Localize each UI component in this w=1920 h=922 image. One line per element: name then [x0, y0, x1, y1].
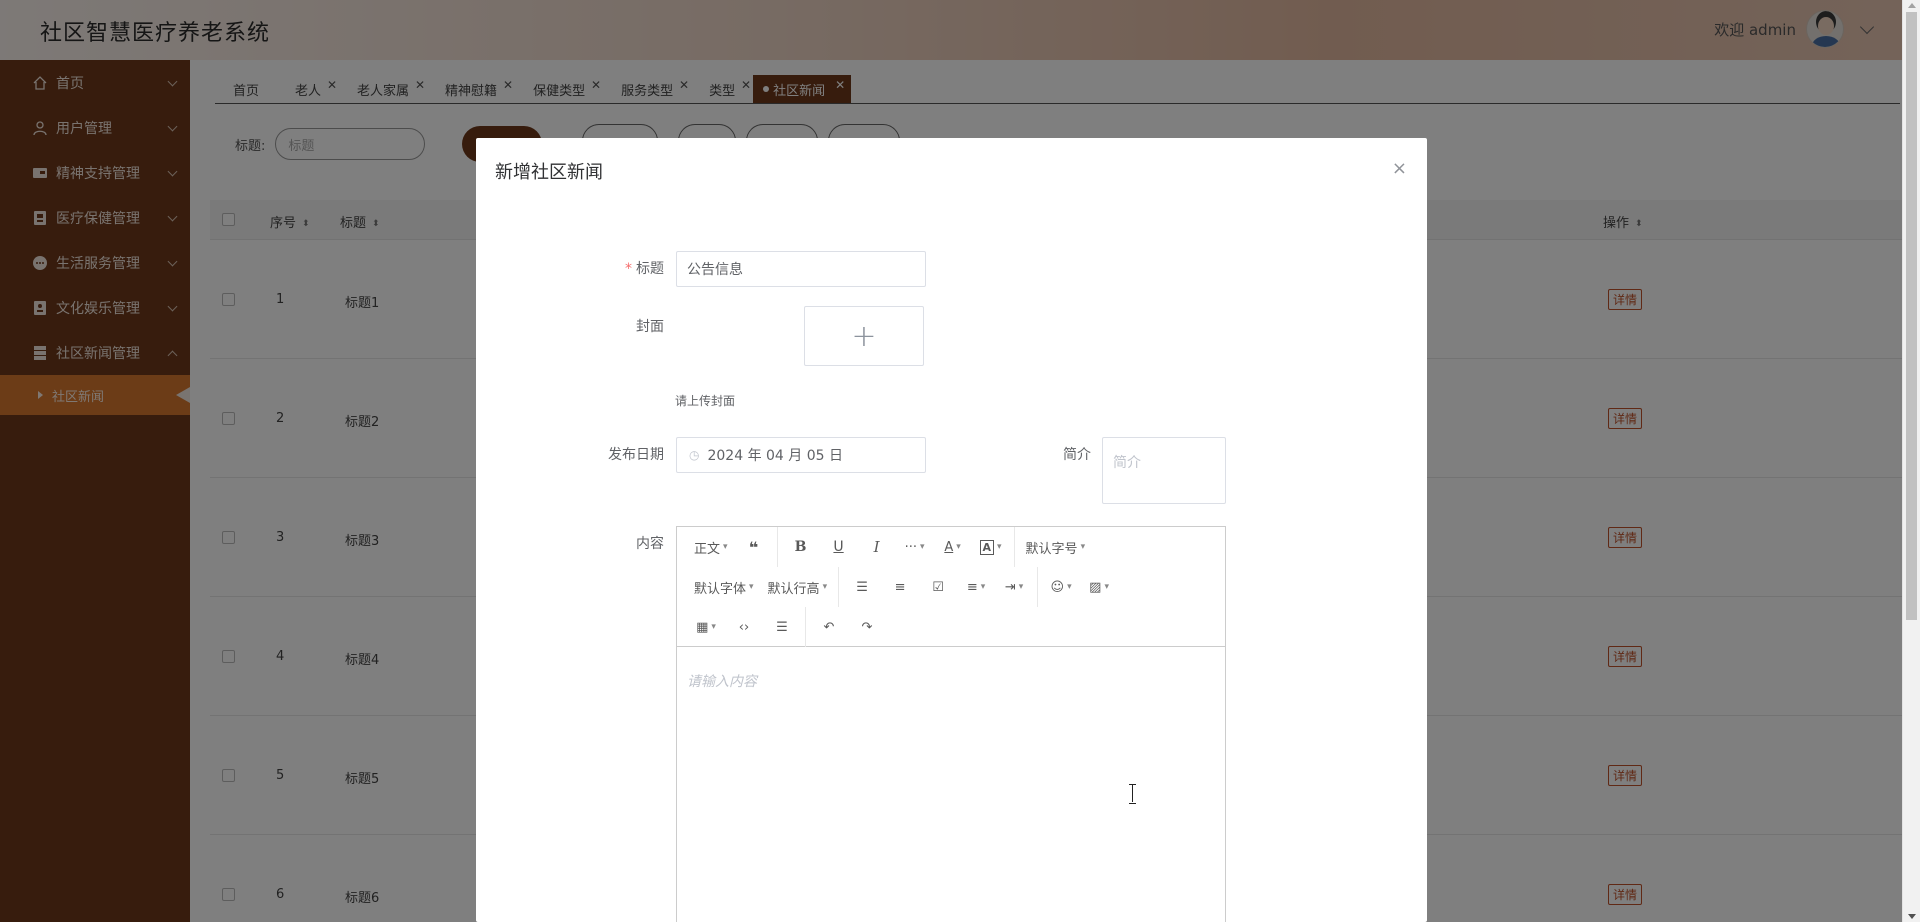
code-icon[interactable]: ‹›: [729, 612, 759, 642]
dialog-title: 新增社区新闻: [495, 162, 603, 183]
date-picker[interactable]: ◷ 2024 年 04 月 05 日: [676, 437, 926, 473]
scroll-down-icon[interactable]: [1908, 914, 1916, 919]
cover-label: 封面: [636, 319, 664, 335]
summary-textarea[interactable]: 简介: [1102, 437, 1226, 504]
paragraph-select[interactable]: 正文 ▾: [691, 532, 731, 562]
font-color-icon[interactable]: A ▾: [938, 532, 968, 562]
todo-icon[interactable]: ☑: [923, 572, 953, 602]
toolbar-divider: [838, 567, 840, 607]
clock-icon: ◷: [689, 448, 700, 462]
date-value: 2024 年 04 月 05 日: [707, 448, 843, 464]
toolbar-divider: [1037, 567, 1039, 607]
title-label: * 标题: [625, 261, 664, 277]
close-icon[interactable]: ×: [1392, 158, 1407, 179]
cover-hint: 请上传封面: [675, 394, 736, 408]
bold-icon[interactable]: B: [786, 532, 816, 562]
date-label: 发布日期: [608, 447, 664, 463]
page-scrollbar[interactable]: [1902, 0, 1920, 922]
numbered-list-icon[interactable]: ≡: [885, 572, 915, 602]
plus-icon: +: [851, 318, 877, 354]
underline-icon[interactable]: U: [824, 532, 854, 562]
text-cursor-icon: [1128, 784, 1138, 804]
bg-color-icon[interactable]: A ▾: [976, 532, 1006, 562]
font-family-select[interactable]: 默认字体 ▾: [691, 572, 757, 602]
editor-toolbar: 正文 ▾ ❝ B U I ··· ▾ A ▾ A ▾ 默认字号 ▾ 默认字体 ▾ 默认行高 ▾…: [677, 527, 1225, 647]
content-label: 内容: [636, 536, 664, 552]
editor-content-area[interactable]: 请输入内容: [677, 647, 1225, 922]
redo-icon[interactable]: ↷: [852, 612, 882, 642]
rich-text-editor: 正文 ▾ ❝ B U I ··· ▾ A ▾ A ▾ 默认字号 ▾ 默认字体 ▾ 默认行高 ▾…: [676, 526, 1226, 922]
bullet-list-icon[interactable]: ☰: [847, 572, 877, 602]
font-size-select[interactable]: 默认字号 ▾: [1023, 532, 1089, 562]
editor-placeholder: 请输入内容: [687, 674, 757, 690]
emoji-icon[interactable]: ☺ ▾: [1046, 572, 1076, 602]
summary-label: 简介: [1063, 447, 1091, 463]
more-icon[interactable]: ··· ▾: [900, 532, 930, 562]
undo-icon[interactable]: ↶: [814, 612, 844, 642]
indent-icon[interactable]: ⇥ ▾: [999, 572, 1029, 602]
line-height-select[interactable]: 默认行高 ▾: [765, 572, 831, 602]
add-news-dialog: 新增社区新闻 × * 标题 公告信息 封面 + 请上传封面 发布日期 ◷ 2024…: [476, 138, 1427, 922]
scrollbar-thumb[interactable]: [1906, 12, 1917, 620]
toolbar-divider: [1013, 527, 1015, 567]
toolbar-divider: [805, 607, 806, 647]
table-icon[interactable]: ▦ ▾: [691, 612, 721, 642]
quote-icon[interactable]: ❝: [739, 532, 769, 562]
toolbar-divider: [776, 527, 778, 567]
align-icon[interactable]: ≡ ▾: [961, 572, 991, 602]
italic-icon[interactable]: I: [862, 532, 892, 562]
divider-icon[interactable]: ☰: [767, 612, 797, 642]
image-icon[interactable]: ▨ ▾: [1084, 572, 1114, 602]
title-input[interactable]: 公告信息: [676, 251, 926, 287]
cover-upload[interactable]: +: [804, 306, 924, 366]
scroll-up-icon[interactable]: [1908, 3, 1916, 8]
